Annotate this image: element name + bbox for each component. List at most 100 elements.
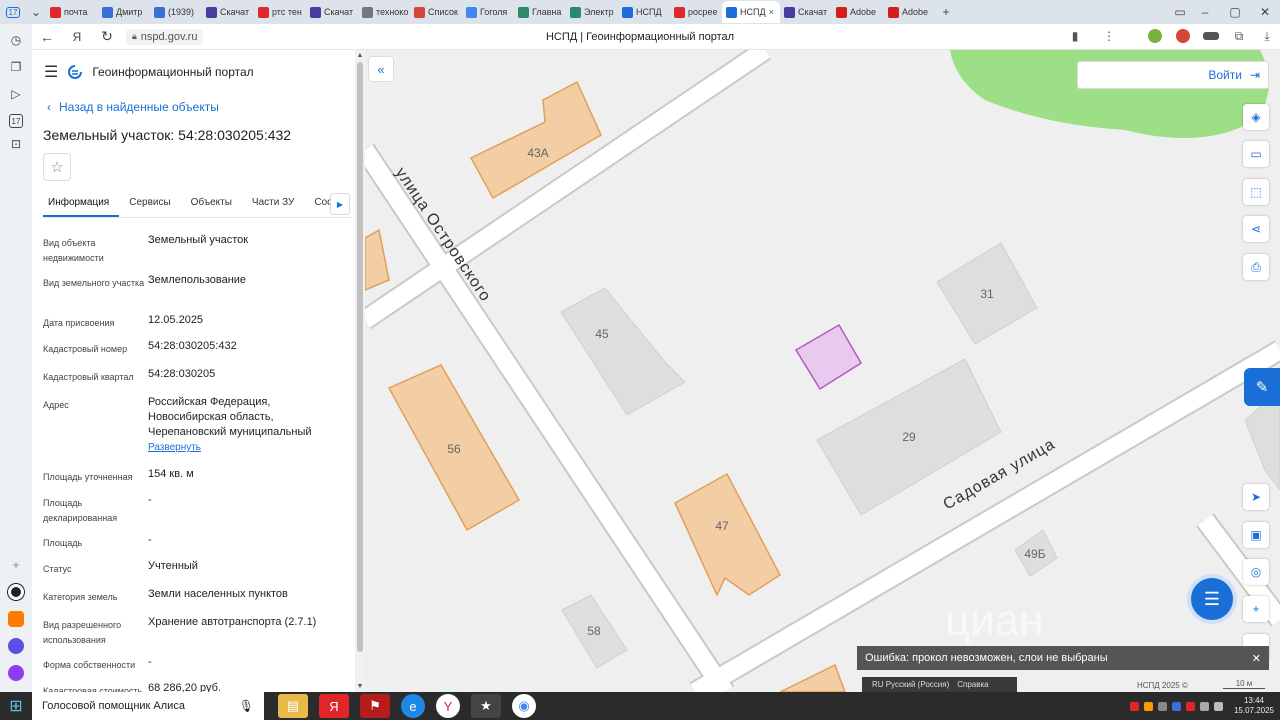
browser-tab[interactable]: Главна [514, 1, 566, 23]
layers-button[interactable]: ◈ [1243, 104, 1269, 130]
app-task-icon[interactable]: ★ [471, 694, 501, 718]
expand-address-link[interactable]: Развернуть [148, 440, 348, 455]
url-field[interactable]: 🔒︎ nspd.gov.ru [126, 28, 204, 45]
geolocation-button[interactable]: ◎ [1243, 559, 1269, 585]
tray-icon-4[interactable] [1171, 701, 1181, 711]
minimize-button[interactable]: – [1190, 2, 1220, 22]
browser-tab[interactable]: ртс тен [254, 1, 306, 23]
extensions-puzzle-icon[interactable]: ⧉ [1230, 27, 1248, 45]
extension-icon-1[interactable] [1146, 27, 1164, 45]
browser-tab[interactable]: Adobe [832, 1, 884, 23]
chat-button[interactable]: ☰ [1187, 574, 1237, 624]
ruler-button[interactable]: ▭ [1243, 141, 1269, 167]
scrollbar-thumb[interactable] [357, 62, 363, 652]
tray-icon-2[interactable] [1143, 701, 1153, 711]
start-button[interactable]: ⊞ [0, 692, 32, 720]
browser-tab[interactable]: НСПД [618, 1, 670, 23]
panel-tab[interactable]: Сервисы [119, 190, 180, 217]
locate-button[interactable]: ➤ [1243, 484, 1269, 510]
volume-icon[interactable] [1213, 701, 1223, 711]
browser-tab[interactable]: НСПД × [722, 1, 780, 23]
more-menu-icon[interactable]: ⋮ [1100, 27, 1118, 45]
back-arrow-icon[interactable]: ← [32, 25, 62, 49]
tabs-scroll-right-button[interactable]: ▶ [330, 193, 350, 215]
chrome-icon[interactable]: ◉ [512, 694, 536, 718]
yandex-browser-task-icon[interactable]: Я [319, 694, 349, 718]
browser-tab[interactable]: Adobe [884, 1, 936, 23]
voice-assistant-field[interactable]: Голосовой помощник Алиса 🎙︎ [32, 692, 264, 720]
minimap-button[interactable]: ▣ [1243, 522, 1269, 548]
alice-app-icon[interactable] [5, 662, 27, 684]
browser-tab[interactable]: росрее [670, 1, 722, 23]
reload-icon[interactable]: ↻ [92, 25, 122, 49]
panel-tab[interactable]: Объекты [181, 190, 242, 217]
explorer-icon[interactable]: ▤ [278, 694, 308, 718]
history-icon[interactable]: ◷ [5, 29, 27, 51]
browser-tab[interactable]: почта [46, 1, 98, 23]
scroll-down-arrow-icon[interactable]: ▼ [355, 683, 365, 690]
browser-tab[interactable]: Дмитр [98, 1, 150, 23]
bookmark-icon[interactable]: ▮ [1066, 27, 1084, 45]
browser-tab[interactable]: техноко [358, 1, 410, 23]
microphone-icon[interactable]: 🎙︎ [239, 699, 254, 713]
panel-tab[interactable]: Информация [43, 190, 120, 217]
network-icon[interactable] [1199, 701, 1209, 711]
messenger-app-icon[interactable] [5, 635, 27, 657]
language-bar[interactable]: RU Русский (Россия) Справка [862, 677, 1017, 692]
zoom-in-button[interactable]: + [1243, 596, 1269, 622]
maximize-button[interactable]: ▢ [1220, 2, 1250, 22]
play-icon[interactable]: ▷ [5, 83, 27, 105]
tray-icon-3[interactable] [1157, 701, 1167, 711]
print-button[interactable]: ⎙ [1243, 254, 1269, 280]
collections-icon[interactable]: ❐ [5, 56, 27, 78]
calendar-icon[interactable]: 17 [9, 114, 23, 128]
scroll-up-arrow-icon[interactable]: ▲ [355, 52, 365, 59]
toast-close-icon[interactable]: ✕ [1252, 652, 1261, 665]
tray-icon-5[interactable] [1185, 701, 1195, 711]
panel-scrollbar[interactable]: ▲ ▼ [355, 50, 365, 692]
collapse-panel-button[interactable]: « [368, 56, 394, 82]
favorite-star-button[interactable]: ☆ [43, 153, 71, 181]
acrobat-icon[interactable]: ⚑ [360, 694, 390, 718]
selected-parcel[interactable] [794, 323, 863, 391]
yandex-icon[interactable]: Я [62, 25, 92, 49]
login-button[interactable]: Войти ⇥ [1077, 61, 1269, 89]
share-button[interactable]: ⋖ [1243, 216, 1269, 242]
yandex-icon-task[interactable]: Y [436, 694, 460, 718]
tab-label: Дмитр [116, 7, 143, 17]
attribute-value: Земли населенных пунктов [148, 588, 288, 600]
browser-tab[interactable]: Скачат [306, 1, 358, 23]
select-area-button[interactable]: ⬚ [1243, 179, 1269, 205]
tray-icon-1[interactable] [1129, 701, 1139, 711]
browser-tab[interactable]: Скачат [202, 1, 254, 23]
browser-tab[interactable]: Электр [566, 1, 618, 23]
login-icon: ⇥ [1249, 68, 1260, 82]
tabs-panel-icon[interactable]: ▭ [1170, 2, 1190, 22]
screenshot-icon[interactable]: ⊡ [5, 133, 27, 155]
help-label[interactable]: Справка [957, 680, 988, 689]
tab-count-button[interactable]: 17 [0, 2, 26, 22]
menu-icon[interactable]: ☰ [44, 62, 58, 82]
extension-icon-3[interactable] [1202, 27, 1220, 45]
panel-tab[interactable]: Части ЗУ [242, 190, 304, 217]
tab-list-chevron-icon[interactable]: ⌄ [26, 2, 46, 22]
browser-tab[interactable]: Список [410, 1, 462, 23]
close-window-button[interactable]: ✕ [1250, 2, 1280, 22]
back-to-results-link[interactable]: ‹ Назад в найденные объекты [47, 100, 219, 114]
new-tab-button[interactable]: + [936, 2, 956, 22]
tab-close-icon[interactable]: × [769, 7, 774, 17]
browser-tab[interactable]: Скачат [780, 1, 832, 23]
app-icon-1[interactable] [5, 581, 27, 603]
back-label: Назад в найденные объекты [59, 100, 219, 114]
add-icon[interactable]: + [5, 554, 27, 576]
feedback-side-tab[interactable]: ✎ [1244, 368, 1280, 406]
browser-tab[interactable]: Гоголя [462, 1, 514, 23]
clock[interactable]: 13:44 15.07.2025 [1234, 696, 1274, 716]
browser-tab[interactable]: (1939) [150, 1, 202, 23]
ie-icon[interactable]: e [401, 694, 425, 718]
tab-favicon-icon [154, 6, 165, 18]
downloads-icon[interactable]: ⤓ [1258, 27, 1276, 45]
mail-app-icon[interactable] [5, 608, 27, 630]
map-canvas[interactable]: 43А 56 47 45 31 29 49Б 58 улица Островск… [365, 50, 1280, 692]
extension-icon-2[interactable] [1174, 27, 1192, 45]
